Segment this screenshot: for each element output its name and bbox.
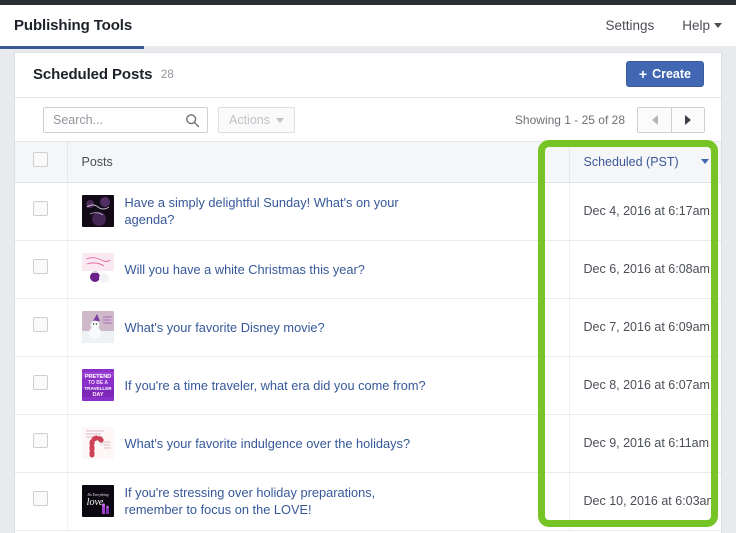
post-cell: Have a simply delightful Sunday! What's …	[66, 182, 569, 241]
row-checkbox[interactable]	[33, 433, 49, 448]
post-count-badge: 28	[161, 69, 174, 81]
scheduled-cell: Dec 8, 2016 at 6:07am	[568, 356, 721, 415]
scheduled-cell: Dec 10, 2016 at 6:03am	[568, 472, 721, 531]
actions-button[interactable]: Actions	[218, 107, 295, 133]
do-everything-in-love-thumbnail: Do Everything love	[81, 485, 114, 517]
row-checkbox[interactable]	[33, 375, 49, 390]
row-checkbox[interactable]	[33, 317, 49, 332]
post-title-link[interactable]: Will you have a white Christmas this yea…	[125, 261, 365, 278]
search-icon	[186, 114, 200, 128]
svg-text:love: love	[86, 497, 103, 508]
post-title-link[interactable]: What's your favorite indulgence over the…	[125, 435, 411, 452]
scheduled-cell: Dec 6, 2016 at 6:08am	[568, 240, 721, 299]
help-menu[interactable]: Help	[682, 18, 722, 33]
post-cell: What's your favorite Disney movie?	[66, 298, 569, 357]
scheduled-cell: Dec 7, 2016 at 6:09am	[568, 298, 721, 357]
previous-page-button[interactable]	[638, 108, 671, 132]
tab-publishing-tools[interactable]: Publishing Tools	[14, 5, 132, 46]
active-tab-underline	[0, 46, 144, 49]
scheduled-cell: Dec 9, 2016 at 6:11am	[568, 414, 721, 473]
select-all-checkbox[interactable]	[33, 151, 49, 167]
row-select-cell	[15, 298, 67, 357]
navbar-right-links: Settings Help	[605, 5, 722, 46]
scheduled-posts-table: Posts Scheduled (PST) Have a simply deli…	[15, 142, 721, 531]
sunday-delight-thumbnail	[81, 195, 114, 227]
table-row[interactable]: Will you have a white Christmas this yea…	[15, 240, 721, 299]
column-header-posts-label: Posts	[81, 154, 113, 169]
scheduled-posts-card: Scheduled Posts 28 + Create Actions Show…	[14, 52, 722, 533]
settings-link[interactable]: Settings	[605, 18, 654, 33]
chevron-down-icon	[276, 117, 284, 123]
chevron-down-icon	[701, 159, 709, 164]
actions-button-label: Actions	[229, 113, 270, 127]
svg-text:TRAVELLER: TRAVELLER	[84, 386, 112, 391]
card-header: Scheduled Posts 28 + Create	[15, 53, 721, 98]
post-cell: What's your favorite indulgence over the…	[66, 414, 569, 473]
table-row[interactable]: Do Everything love If you're stressing ove…	[15, 472, 721, 531]
post-cell: Will you have a white Christmas this yea…	[66, 240, 569, 299]
snowman-thumbnail	[81, 311, 114, 343]
chevron-down-icon	[714, 23, 722, 28]
settings-link-label: Settings	[605, 18, 655, 33]
post-cell: Do Everything love If you're stressing ove…	[66, 472, 569, 531]
plus-icon: +	[638, 66, 648, 82]
search-box[interactable]	[43, 107, 208, 133]
post-title-link[interactable]: Have a simply delightful Sunday! What's …	[125, 194, 435, 228]
select-all-cell	[15, 142, 67, 183]
create-button-label: Create	[652, 67, 691, 81]
search-input[interactable]	[53, 113, 178, 127]
pagination-status: Showing 1 - 25 of 28	[514, 113, 625, 127]
column-header-scheduled[interactable]: Scheduled (PST)	[568, 142, 721, 183]
column-header-scheduled-label: Scheduled (PST)	[583, 154, 679, 169]
row-select-cell	[15, 240, 67, 299]
row-select-cell	[15, 182, 67, 241]
row-checkbox[interactable]	[33, 491, 49, 506]
column-header-posts[interactable]: Posts	[66, 142, 569, 183]
post-title-link[interactable]: If you're stressing over holiday prepara…	[125, 484, 435, 518]
row-select-cell	[15, 356, 67, 415]
svg-text:DAY: DAY	[92, 392, 103, 398]
tab-publishing-tools-label: Publishing Tools	[14, 17, 133, 34]
triangle-left-icon	[651, 115, 658, 125]
row-checkbox[interactable]	[33, 201, 49, 216]
table-header-row: Posts Scheduled (PST)	[15, 142, 721, 183]
pagination-controls	[637, 107, 705, 133]
row-select-cell	[15, 414, 67, 473]
table-toolbar: Actions Showing 1 - 25 of 28	[15, 98, 721, 142]
candy-cane-thumbnail	[81, 427, 114, 459]
table-row[interactable]: Have a simply delightful Sunday! What's …	[15, 182, 721, 241]
post-title-link[interactable]: If you're a time traveler, what era did …	[125, 377, 426, 394]
post-cell: PRETEND TO BE A TRAVELLER DAY If you're a ti…	[66, 356, 569, 415]
triangle-right-icon	[685, 115, 691, 125]
time-traveller-day-thumbnail: PRETEND TO BE A TRAVELLER DAY	[81, 369, 114, 401]
row-select-cell	[15, 472, 67, 531]
scheduled-cell: Dec 4, 2016 at 6:17am	[568, 182, 721, 241]
table-row[interactable]: What's your favorite Disney movie? Dec 7,…	[15, 298, 721, 357]
table-row[interactable]: What's your favorite indulgence over the…	[15, 414, 721, 473]
post-title-link[interactable]: What's your favorite Disney movie?	[125, 319, 325, 336]
row-checkbox[interactable]	[33, 259, 49, 274]
next-page-button[interactable]	[671, 108, 704, 132]
create-button[interactable]: + Create	[625, 61, 704, 87]
app-navbar: Publishing Tools Settings Help	[0, 5, 736, 49]
white-christmas-thumbnail	[81, 253, 114, 285]
page-title: Scheduled Posts	[33, 66, 153, 83]
help-menu-label: Help	[682, 18, 710, 33]
table-row[interactable]: PRETEND TO BE A TRAVELLER DAY If you're a ti…	[15, 356, 721, 415]
